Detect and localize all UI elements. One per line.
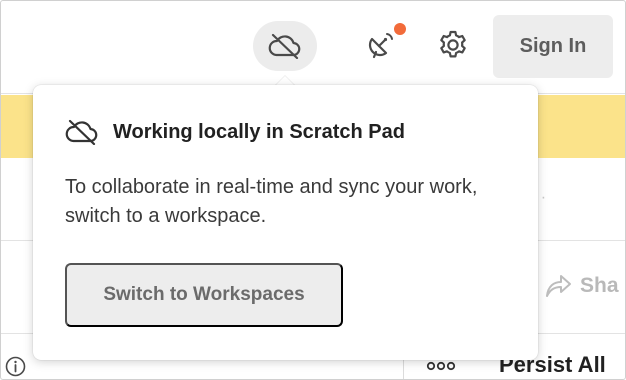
switch-to-workspaces-button[interactable]: Switch to Workspaces: [65, 263, 343, 327]
info-icon: [5, 356, 26, 377]
offline-status-button[interactable]: [253, 21, 317, 71]
satellite-dish-icon: [368, 33, 393, 59]
more-horizontal-icon: [426, 361, 456, 371]
scratch-pad-popover: Working locally in Scratch Pad To collab…: [33, 85, 538, 360]
popover-header: Working locally in Scratch Pad: [65, 119, 405, 145]
share-arrow-icon: [546, 275, 571, 297]
notification-dot: [394, 23, 406, 35]
app-window: Sign In · · Sha Persist All Working loca…: [0, 0, 626, 380]
share-label: Sha: [580, 274, 619, 297]
settings-button[interactable]: [431, 23, 475, 67]
popover-title: Working locally in Scratch Pad: [113, 120, 405, 143]
popover-description: To collaborate in real-time and sync you…: [65, 176, 478, 227]
cloud-off-icon: [65, 119, 98, 145]
info-button[interactable]: [5, 356, 26, 377]
cloud-off-icon: [268, 33, 301, 59]
gear-icon: [440, 30, 466, 58]
share-button[interactable]: Sha: [544, 273, 619, 299]
sign-in-button[interactable]: Sign In: [493, 15, 613, 78]
